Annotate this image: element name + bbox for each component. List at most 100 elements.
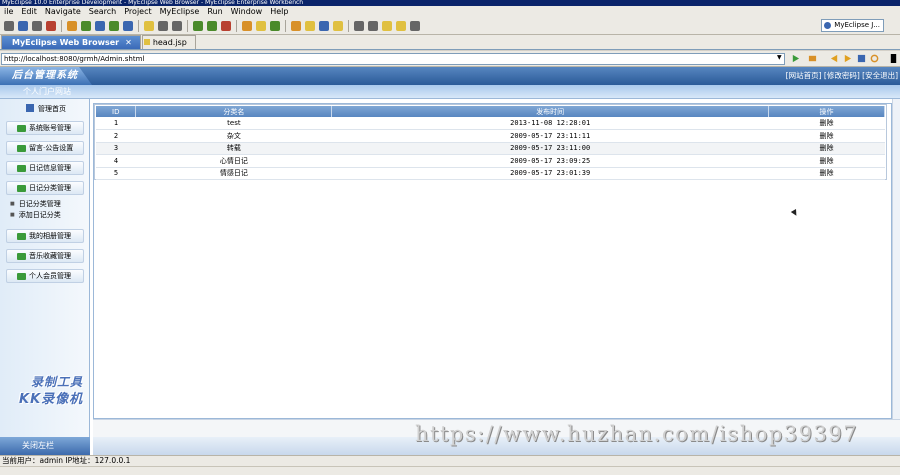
task-icon[interactable] <box>319 20 329 31</box>
open-folder-icon[interactable] <box>291 20 301 31</box>
browser-icon[interactable] <box>123 20 133 31</box>
delete-link[interactable]: 删除 <box>820 157 834 165</box>
annotation-prev-icon[interactable] <box>368 20 378 31</box>
sidebar-item-accounts[interactable]: 系统账号管理 <box>6 121 84 135</box>
search-icon[interactable] <box>333 20 343 31</box>
sidebar-item-music[interactable]: 音乐收藏管理 <box>6 249 84 263</box>
sidebar-item-label: 系统账号管理 <box>29 124 71 132</box>
table-row: 4 心情日记 2009-05-17 23:09:25 删除 <box>96 154 885 168</box>
tab-web-browser[interactable]: MyEclipse Web Browser ✕ <box>1 35 141 49</box>
close-icon[interactable]: ✕ <box>125 38 132 47</box>
open-type-icon[interactable] <box>158 20 168 31</box>
tab-head-jsp[interactable]: head.jsp <box>141 35 196 49</box>
editor-tabs: MyEclipse Web Browser ✕ head.jsp <box>0 35 900 50</box>
menu-run[interactable]: Run <box>203 6 226 17</box>
sidebar-item-label: 日记分类管理 <box>29 184 71 192</box>
menu-icon[interactable] <box>889 54 898 63</box>
back-icon[interactable] <box>830 54 839 63</box>
sidebar-home[interactable]: 管理首页 <box>26 104 66 114</box>
menu-window[interactable]: Window <box>227 6 267 17</box>
delete-link[interactable]: 删除 <box>820 169 834 177</box>
delete-link[interactable]: 删除 <box>820 144 834 152</box>
cell-id: 4 <box>96 154 136 168</box>
new-class-icon[interactable] <box>242 20 252 31</box>
category-table: ID 分类名 发布时间 操作 1 test 2013-11-08 12:28:0… <box>96 106 885 180</box>
url-input[interactable]: http://localhost:8080/grmh/Admin.shtml <box>1 53 785 65</box>
forward-icon[interactable] <box>843 54 852 63</box>
toolbar-separator <box>187 19 188 32</box>
sidebar-item-diary-categories[interactable]: 日记分类管理 <box>6 181 84 195</box>
server-icon[interactable] <box>46 20 56 31</box>
menu-search[interactable]: Search <box>85 6 120 17</box>
debug-icon[interactable] <box>193 20 203 31</box>
toolbar-separator <box>236 19 237 32</box>
cell-time: 2009-05-17 23:01:39 <box>331 167 769 180</box>
cell-id: 5 <box>96 167 136 180</box>
folder-icon <box>17 145 26 152</box>
sidebar-sub-add-category[interactable]: 添加日记分类 <box>10 210 61 220</box>
delete-link[interactable]: 删除 <box>820 132 834 140</box>
console-icon[interactable] <box>172 20 182 31</box>
sidebar-item-label: 个人会员管理 <box>29 272 71 280</box>
menu-project[interactable]: Project <box>120 6 155 17</box>
new-package-icon[interactable] <box>256 20 266 31</box>
close-sidebar-button[interactable]: 关闭左栏 <box>0 437 90 455</box>
menu-file[interactable]: ile <box>0 6 17 17</box>
database-icon[interactable] <box>95 20 105 31</box>
table-row: 2 杂文 2009-05-17 23:11:11 删除 <box>96 129 885 143</box>
cell-name: 杂文 <box>135 129 332 143</box>
open-file-icon[interactable] <box>144 20 154 31</box>
chevron-down-icon[interactable]: ▼ <box>777 54 782 61</box>
sidebar-item-label: 日记信息管理 <box>29 164 71 172</box>
back-icon[interactable] <box>396 20 406 31</box>
sidebar-item-members[interactable]: 个人会员管理 <box>6 269 84 283</box>
column-header-id: ID <box>96 106 137 117</box>
delete-link[interactable]: 删除 <box>820 119 834 127</box>
sidebar-item-label: 我的相册管理 <box>29 232 71 240</box>
table-row: 5 情感日记 2009-05-17 23:01:39 删除 <box>96 167 885 180</box>
site-header: 后台管理系统 [网站首页] [修改密码] [安全退出] <box>0 67 900 85</box>
stop-icon[interactable] <box>857 54 866 63</box>
sidebar-item-messages[interactable]: 留言·公告设置 <box>6 141 84 155</box>
sidebar-item-diary[interactable]: 日记信息管理 <box>6 161 84 175</box>
menu-edit[interactable]: Edit <box>17 6 41 17</box>
forward-icon[interactable] <box>410 20 420 31</box>
new-web-icon[interactable] <box>270 20 280 31</box>
last-edit-icon[interactable] <box>382 20 392 31</box>
column-header-action: 操作 <box>768 106 885 117</box>
top-links[interactable]: [网站首页] [修改密码] [安全退出] <box>786 70 898 81</box>
table-header-row: ID 分类名 发布时间 操作 <box>96 106 885 117</box>
recorder-watermark-line2: KK录像机 <box>19 392 84 407</box>
external-tools-icon[interactable] <box>221 20 231 31</box>
print-icon[interactable] <box>32 20 42 31</box>
run-icon[interactable] <box>207 20 217 31</box>
sidebar-item-label: 留言·公告设置 <box>29 144 74 152</box>
new-icon[interactable] <box>4 20 14 31</box>
go-icon[interactable] <box>791 54 800 63</box>
sidebar-item-label: 音乐收藏管理 <box>29 252 71 260</box>
refresh-icon[interactable] <box>870 54 879 63</box>
save-icon[interactable] <box>18 20 28 31</box>
build-icon[interactable] <box>81 20 91 31</box>
folder-icon <box>17 233 26 240</box>
portal-label: 个人门户网站 <box>23 87 71 96</box>
cell-time: 2009-05-17 23:11:11 <box>331 129 769 143</box>
annotation-next-icon[interactable] <box>354 20 364 31</box>
pen-icon[interactable] <box>305 20 315 31</box>
menu-myeclipse[interactable]: MyEclipse <box>156 6 204 17</box>
deploy-icon[interactable] <box>67 20 77 31</box>
sidebar-sub-manage-categories[interactable]: 日记分类管理 <box>10 199 61 209</box>
cell-time: 2013-11-08 12:28:01 <box>331 117 769 130</box>
tab-label: head.jsp <box>152 38 187 47</box>
perspective-switcher[interactable]: MyEclipse J... <box>821 19 884 32</box>
menu-help[interactable]: Help <box>266 6 292 17</box>
sidebar-item-albums[interactable]: 我的相册管理 <box>6 229 84 243</box>
menu-navigate[interactable]: Navigate <box>41 6 85 17</box>
browser-toolbar: http://localhost:8080/grmh/Admin.shtml ▼ <box>0 51 900 67</box>
report-icon[interactable] <box>109 20 119 31</box>
vertical-scrollbar[interactable] <box>892 99 900 419</box>
bottom-strip <box>0 466 900 475</box>
folder-icon <box>17 125 26 132</box>
cell-name: 心情日记 <box>135 154 332 168</box>
bookmark-icon[interactable] <box>808 54 817 63</box>
